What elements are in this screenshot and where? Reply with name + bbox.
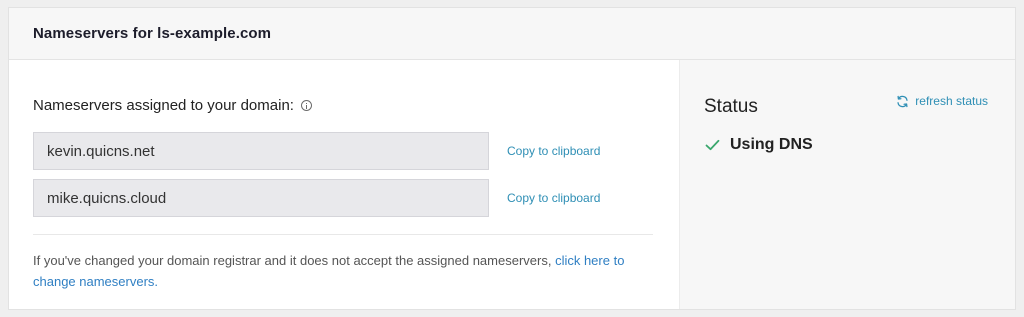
- footnote-text: If you've changed your domain registrar …: [33, 253, 556, 268]
- nameservers-heading: Nameservers assigned to your domain:: [33, 97, 312, 114]
- refresh-status-label: refresh status: [915, 94, 988, 108]
- status-panel: Status refresh status Using DNS: [679, 60, 1015, 309]
- info-icon[interactable]: [300, 100, 312, 111]
- nameservers-panel: Nameservers assigned to your domain: kev…: [9, 60, 679, 309]
- nameserver-field[interactable]: kevin.quicns.net: [33, 132, 489, 170]
- nameservers-heading-label: Nameservers assigned to your domain:: [33, 97, 294, 114]
- page-title: Nameservers for ls-example.com: [33, 25, 272, 42]
- nameserver-field[interactable]: mike.quicns.cloud: [33, 179, 489, 217]
- divider: [33, 234, 653, 235]
- status-indicator: Using DNS: [705, 136, 813, 154]
- copy-to-clipboard-link[interactable]: Copy to clipboard: [507, 191, 600, 205]
- nameserver-row: kevin.quicns.net Copy to clipboard: [33, 132, 633, 170]
- card-header: Nameservers for ls-example.com: [9, 8, 1015, 60]
- nameserver-row: mike.quicns.cloud Copy to clipboard: [33, 179, 633, 217]
- nameservers-card: Nameservers for ls-example.com Nameserve…: [8, 7, 1016, 310]
- refresh-icon: [897, 95, 908, 107]
- status-value: Using DNS: [730, 136, 813, 153]
- status-title: Status: [704, 96, 758, 117]
- registrar-footnote: If you've changed your domain registrar …: [33, 250, 663, 292]
- card-body: Nameservers assigned to your domain: kev…: [9, 60, 1015, 309]
- copy-to-clipboard-link[interactable]: Copy to clipboard: [507, 144, 600, 158]
- check-icon: [705, 139, 720, 151]
- refresh-status-button[interactable]: refresh status: [896, 94, 988, 108]
